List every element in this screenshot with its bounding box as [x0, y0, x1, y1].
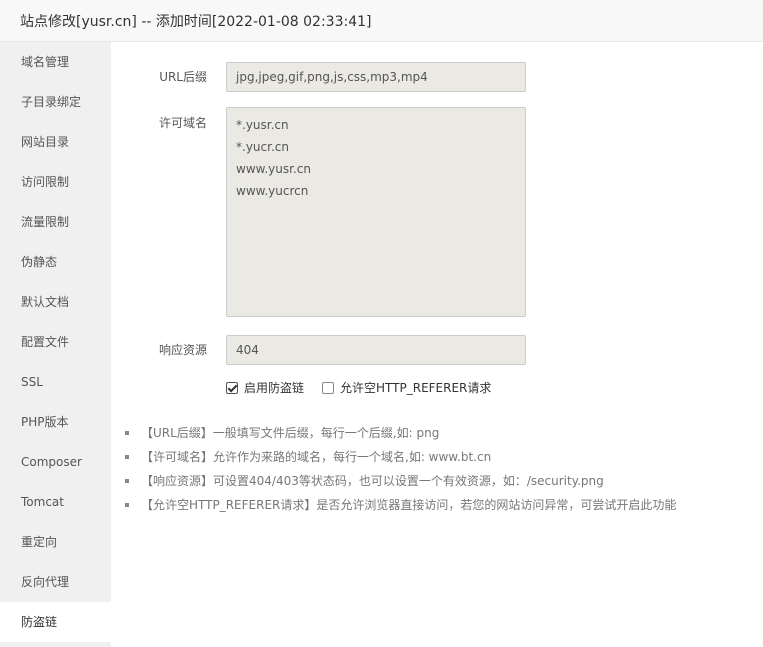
sidebar-item-traffic-limit[interactable]: 流量限制: [0, 202, 111, 242]
allowed-domain-line: www.yusr.cn: [236, 162, 311, 176]
sidebar-item-ssl[interactable]: SSL: [0, 362, 111, 402]
sidebar-item-composer[interactable]: Composer: [0, 442, 111, 482]
help-item: 【允许空HTTP_REFERER请求】是否允许浏览器直接访问，若您的网站访问异常…: [125, 495, 676, 519]
enable-hotlink-label: 启用防盗链: [244, 381, 305, 395]
allowed-domains-textarea[interactable]: *.yusr.cn *.yucr.cn www.yusr.cn www.yucr…: [226, 107, 526, 317]
response-label: 响应资源: [158, 343, 207, 357]
bullet-icon: [125, 431, 129, 435]
sidebar-item-reverse-proxy[interactable]: 反向代理: [0, 562, 111, 602]
sidebar-item-hotlink-protection[interactable]: 防盗链: [0, 602, 111, 642]
checkbox-row: 启用防盗链 允许空HTTP_REFERER请求: [226, 379, 509, 396]
sidebar-item-domain-management[interactable]: 域名管理: [0, 42, 111, 82]
help-item: 【许可域名】允许作为来路的域名，每行一个域名,如: www.bt.cn: [125, 447, 676, 471]
response-input[interactable]: 404: [226, 335, 526, 365]
help-text: 【响应资源】可设置404/403等状态码，也可以设置一个有效资源，如：/secu…: [141, 474, 604, 488]
sidebar-item-default-document[interactable]: 默认文档: [0, 282, 111, 322]
help-text: 【许可域名】允许作为来路的域名，每行一个域名,如: www.bt.cn: [141, 450, 492, 464]
window-title: 站点修改[yusr.cn] -- 添加时间[2022-01-08 02:33:4…: [20, 13, 372, 30]
window-titlebar: 站点修改[yusr.cn] -- 添加时间[2022-01-08 02:33:4…: [0, 0, 763, 42]
bullet-icon: [125, 503, 129, 507]
help-list: 【URL后缀】一般填写文件后缀，每行一个后缀,如: png 【许可域名】允许作为…: [125, 423, 676, 519]
url-suffix-label: URL后缀: [159, 70, 207, 84]
sidebar-item-php-version[interactable]: PHP版本: [0, 402, 111, 442]
sidebar: 域名管理 子目录绑定 网站目录 访问限制 流量限制 伪静态 默认文档 配置文件 …: [0, 42, 111, 647]
allow-empty-referer-checkbox[interactable]: [322, 381, 335, 394]
sidebar-item-subdirectory-binding[interactable]: 子目录绑定: [0, 82, 111, 122]
help-text: 【允许空HTTP_REFERER请求】是否允许浏览器直接访问，若您的网站访问异常…: [141, 498, 677, 512]
help-text: 【URL后缀】一般填写文件后缀，每行一个后缀,如: png: [141, 426, 440, 440]
sidebar-item-tomcat[interactable]: Tomcat: [0, 482, 111, 522]
bullet-icon: [125, 479, 129, 483]
site-settings-window: 站点修改[yusr.cn] -- 添加时间[2022-01-08 02:33:4…: [0, 0, 763, 647]
sidebar-item-config-file[interactable]: 配置文件: [0, 322, 111, 362]
allowed-domain-line: *.yusr.cn: [236, 118, 289, 132]
enable-hotlink-option[interactable]: 启用防盗链: [226, 379, 304, 396]
help-item: 【URL后缀】一般填写文件后缀，每行一个后缀,如: png: [125, 423, 676, 447]
allowed-domain-line: *.yucr.cn: [236, 140, 289, 154]
allowed-domains-label: 许可域名: [158, 116, 207, 130]
sidebar-item-redirect[interactable]: 重定向: [0, 522, 111, 562]
bullet-icon: [125, 455, 129, 459]
help-item: 【响应资源】可设置404/403等状态码，也可以设置一个有效资源，如：/secu…: [125, 471, 676, 495]
enable-hotlink-checkbox[interactable]: [226, 381, 238, 394]
sidebar-item-rewrite[interactable]: 伪静态: [0, 242, 111, 282]
url-suffix-input[interactable]: jpg,jpeg,gif,png,js,css,mp3,mp4: [226, 62, 526, 92]
allow-empty-referer-option[interactable]: 允许空HTTP_REFERER请求: [322, 379, 491, 396]
main-panel: URL后缀 jpg,jpeg,gif,png,js,css,mp3,mp4 许可…: [111, 42, 763, 647]
sidebar-item-site-directory[interactable]: 网站目录: [0, 122, 111, 162]
response-row: 响应资源: [111, 335, 207, 365]
sidebar-item-access-restriction[interactable]: 访问限制: [0, 162, 111, 202]
allowed-domain-line: www.yucrcn: [236, 184, 309, 198]
url-suffix-row: URL后缀: [111, 62, 207, 92]
allowed-domains-row: 许可域名: [111, 108, 207, 138]
allow-empty-referer-label: 允许空HTTP_REFERER请求: [340, 381, 492, 395]
